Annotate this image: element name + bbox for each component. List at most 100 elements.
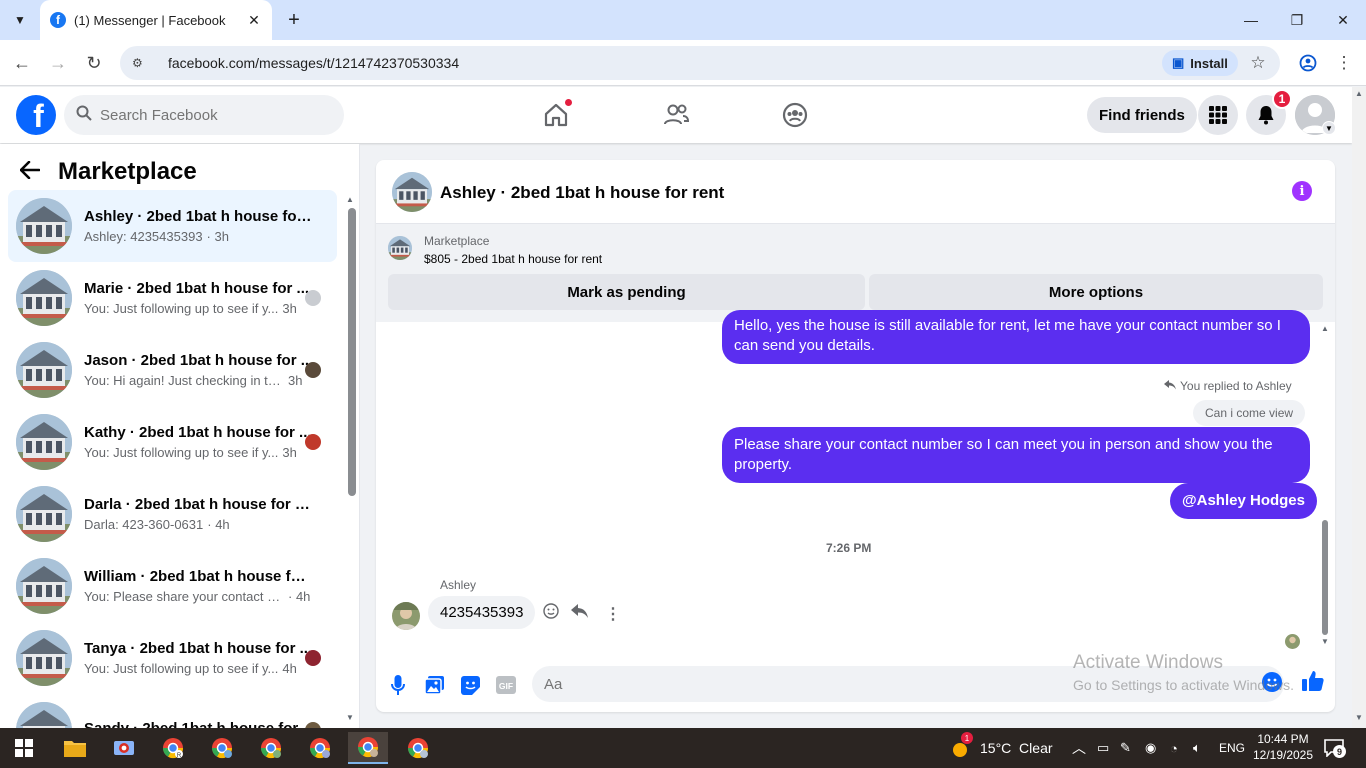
- outgoing-message-1[interactable]: Hello, yes the house is still available …: [722, 310, 1310, 364]
- minimize-window-button[interactable]: —: [1228, 0, 1274, 40]
- conversation-name: Sandy · 2bed 1bat h house for...: [84, 719, 310, 729]
- conversation-time: 4h: [282, 661, 297, 676]
- info-icon[interactable]: i: [1292, 181, 1312, 201]
- groups-nav-icon[interactable]: [779, 99, 811, 131]
- home-notification-dot: [564, 98, 573, 107]
- tab-close-icon[interactable]: ✕: [246, 12, 262, 29]
- browser-menu-icon[interactable]: ⋮: [1332, 51, 1356, 75]
- friends-nav-icon[interactable]: [660, 99, 692, 131]
- address-bar[interactable]: ⚙ facebook.com/messages/t/12147423705303…: [120, 46, 1280, 80]
- conversation-item[interactable]: Tanya · 2bed 1bat h house for ... You: Ju…: [8, 622, 337, 694]
- home-nav-icon[interactable]: [540, 98, 573, 131]
- tab-search-button[interactable]: ▼: [8, 8, 32, 32]
- account-chevron-down-icon[interactable]: ▼: [1322, 121, 1336, 135]
- conversation-item[interactable]: Marie · 2bed 1bat h house for ... You: Ju…: [8, 262, 337, 334]
- sidebar-title: Marketplace: [58, 158, 197, 185]
- conversation-item[interactable]: Darla · 2bed 1bat h house for rent Darla:…: [8, 478, 337, 550]
- chat-scroll-down-arrow-icon[interactable]: ▼: [1321, 637, 1329, 646]
- meet-now-icon[interactable]: ◉: [1145, 728, 1156, 768]
- battery-icon[interactable]: ▭: [1097, 728, 1109, 768]
- forward-arrow-icon[interactable]: →: [46, 51, 70, 75]
- bookmark-star-icon[interactable]: ☆: [1246, 51, 1270, 75]
- close-window-button[interactable]: ✕: [1320, 0, 1366, 40]
- mark-as-pending-button[interactable]: Mark as pending: [388, 274, 865, 310]
- scroll-up-arrow-icon[interactable]: ▲: [346, 195, 354, 204]
- language-indicator[interactable]: ENG: [1219, 728, 1245, 768]
- conversation-item[interactable]: Jason · 2bed 1bat h house for ... You: Hi…: [8, 334, 337, 406]
- page-scroll-down-arrow-icon[interactable]: ▼: [1355, 713, 1363, 722]
- restore-window-button[interactable]: ❐: [1274, 0, 1320, 40]
- seen-avatar: [1285, 634, 1300, 649]
- show-hidden-icons-chevron-icon[interactable]: ︿: [1072, 728, 1086, 768]
- listing-text[interactable]: $805 - 2bed 1bat h house for rent: [424, 252, 602, 266]
- pen-icon[interactable]: ✎: [1120, 728, 1131, 768]
- chrome-profile-4-icon[interactable]: [300, 732, 340, 764]
- browser-tab-active[interactable]: f (1) Messenger | Facebook ✕: [40, 0, 272, 40]
- listing-thumbnail[interactable]: [392, 172, 432, 212]
- conversation-preview: You: Just following up to see if y...: [84, 301, 279, 316]
- conversation-name: Jason · 2bed 1bat h house for ...: [84, 352, 314, 369]
- conversation-item[interactable]: Ashley · 2bed 1bat h house for r... Ashle…: [8, 190, 337, 262]
- facebook-logo-icon[interactable]: f: [16, 95, 56, 135]
- chat-title[interactable]: Ashley · 2bed 1bat h house for rent: [440, 183, 724, 203]
- conversation-item[interactable]: William · 2bed 1bat h house for ... You: …: [8, 550, 337, 622]
- chrome-active-window-icon[interactable]: [348, 732, 388, 764]
- outgoing-mention-message[interactable]: @Ashley Hodges: [1170, 483, 1317, 519]
- volume-icon[interactable]: 🔈︎: [1193, 728, 1201, 768]
- outgoing-message-2[interactable]: Please share your contact number so I ca…: [722, 427, 1310, 483]
- page-scrollbar[interactable]: ▲ ▼: [1352, 87, 1366, 728]
- sticker-icon[interactable]: [459, 674, 481, 696]
- reply-icon[interactable]: [571, 604, 589, 624]
- chrome-profile-6-icon[interactable]: [398, 732, 438, 764]
- message-input[interactable]: [544, 675, 944, 693]
- react-smiley-icon[interactable]: [543, 603, 559, 624]
- weather-widget[interactable]: 1 15°C Clear: [948, 728, 1053, 768]
- more-options-button[interactable]: More options: [869, 274, 1323, 310]
- start-windows-icon[interactable]: [4, 732, 44, 764]
- incoming-message-1[interactable]: 4235435393: [428, 596, 536, 629]
- notification-center-icon[interactable]: 9: [1324, 728, 1346, 768]
- network-icon[interactable]: ◔: [1170, 728, 1178, 768]
- snipping-tool-icon[interactable]: [104, 732, 144, 764]
- system-clock[interactable]: 10:44 PM 12/19/2025: [1250, 731, 1316, 763]
- page-scroll-up-arrow-icon[interactable]: ▲: [1355, 89, 1363, 98]
- search-facebook-field[interactable]: [64, 95, 344, 135]
- page-title: Marketplace: [19, 158, 197, 186]
- microphone-icon[interactable]: [387, 674, 409, 696]
- reload-icon[interactable]: ↻: [82, 51, 106, 75]
- profile-icon[interactable]: [1296, 51, 1320, 75]
- search-input[interactable]: [100, 106, 320, 124]
- conversation-time: 3h: [288, 373, 303, 388]
- quoted-message[interactable]: Can i come view: [1193, 400, 1306, 426]
- search-icon: [76, 105, 92, 126]
- facebook-favicon-icon: f: [50, 12, 66, 28]
- conversation-item[interactable]: Kathy · 2bed 1bat h house for ... You: Ju…: [8, 406, 337, 478]
- file-explorer-icon[interactable]: [55, 732, 95, 764]
- facebook-header: f Find friends ▼: [0, 87, 1352, 143]
- chrome-profile-r-icon[interactable]: R: [153, 732, 193, 764]
- sender-avatar[interactable]: [392, 602, 420, 630]
- clock-date: 12/19/2025: [1252, 748, 1314, 762]
- sidebar-scrollbar[interactable]: [348, 208, 356, 496]
- menu-grid-icon[interactable]: [1198, 95, 1238, 135]
- chrome-profile-3-icon[interactable]: [251, 732, 291, 764]
- chat-scrollbar[interactable]: [1322, 520, 1328, 635]
- back-arrow-icon[interactable]: [19, 158, 42, 186]
- chrome-profile-2-icon[interactable]: [202, 732, 242, 764]
- install-app-button[interactable]: ▣ Install: [1162, 50, 1238, 76]
- site-info-icon[interactable]: ⚙: [132, 56, 152, 70]
- thumbs-up-like-icon[interactable]: [1302, 670, 1324, 697]
- attach-photo-icon[interactable]: [423, 674, 445, 696]
- seen-avatar: [305, 434, 321, 450]
- find-friends-button[interactable]: Find friends: [1087, 97, 1197, 133]
- listing-mini-thumbnail[interactable]: [388, 236, 412, 260]
- gif-icon[interactable]: GIF: [495, 674, 517, 696]
- conversation-item[interactable]: Sandy · 2bed 1bat h house for...: [8, 694, 337, 728]
- more-actions-icon[interactable]: ⋮: [605, 604, 621, 624]
- browser-tab-strip: ▼ f (1) Messenger | Facebook ✕ + — ❐ ✕: [0, 0, 1366, 40]
- back-arrow-icon[interactable]: ←: [10, 51, 34, 75]
- seen-avatar: [305, 362, 321, 378]
- chat-scroll-up-arrow-icon[interactable]: ▲: [1321, 324, 1329, 333]
- scroll-down-arrow-icon[interactable]: ▼: [346, 713, 354, 722]
- new-tab-button[interactable]: +: [282, 8, 306, 32]
